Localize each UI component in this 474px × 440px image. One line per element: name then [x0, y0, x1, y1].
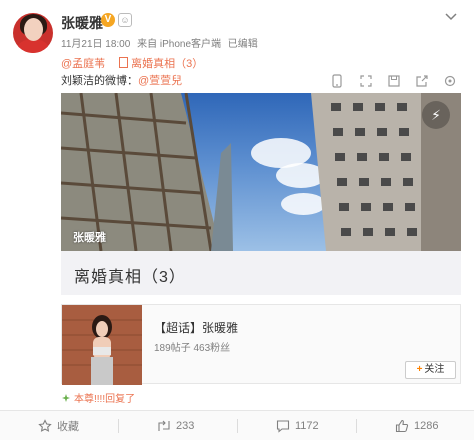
reply-line: 刘颖洁的微博：@萱萱兒 [61, 72, 182, 88]
supertopic-stats: 189帖子 463粉丝 [154, 343, 231, 354]
follow-button[interactable]: + 关注 [405, 361, 456, 379]
save-icon[interactable] [385, 72, 403, 90]
repost-count: 233 [176, 420, 195, 432]
supertopic-card[interactable]: 【超话】张暖雅 189帖子 463粉丝 + 关注 [61, 304, 461, 385]
post-image[interactable]: 张暖雅 ⚡ [61, 93, 461, 251]
edited-label[interactable]: 已编辑 [228, 39, 258, 50]
article-icon [119, 57, 129, 68]
media-toolbar [328, 72, 461, 90]
member-icon: ☺ [118, 13, 132, 27]
star-icon [38, 419, 52, 432]
settings-icon[interactable] [441, 72, 459, 90]
like-count: 1286 [414, 420, 439, 432]
chevron-down-icon[interactable] [443, 10, 459, 22]
article-link[interactable]: 离婚真相（3） [131, 58, 203, 70]
verified-v-icon: V [101, 13, 115, 27]
like-button[interactable]: 1286 [395, 411, 438, 440]
follow-label: 关注 [424, 364, 445, 375]
avatar[interactable] [13, 13, 53, 53]
repost-button[interactable]: 233 [157, 411, 194, 440]
post-header: 张暖雅 V ☺ 11月21日 18:00 来自 iPhone客户端 已编辑 [0, 0, 474, 56]
action-bar: 收藏 233 1172 1286 [0, 410, 474, 440]
post-source[interactable]: 来自 iPhone客户端 [137, 39, 221, 50]
image-watermark: 张暖雅 [73, 232, 106, 244]
author-replied-text: 本尊!!!!回复了 [74, 394, 136, 405]
divider [118, 419, 119, 433]
repost-icon [158, 420, 170, 431]
article-title: 离婚真相（3） [74, 269, 186, 286]
lightning-icon[interactable]: ⚡ [422, 101, 450, 129]
thumbs-up-icon [395, 419, 409, 433]
phone-icon[interactable] [328, 72, 346, 90]
share-icon[interactable] [413, 72, 431, 90]
post-text: @孟庭苇 离婚真相（3） [61, 55, 203, 71]
collect-label: 收藏 [57, 421, 79, 433]
supertopic-thumbnail [62, 305, 142, 385]
author-replied-note[interactable]: 本尊!!!!回复了 [61, 390, 135, 405]
post-meta: 11月21日 18:00 来自 iPhone客户端 已编辑 [61, 35, 262, 50]
leaf-icon [62, 394, 70, 402]
scaffolding-graphic [61, 93, 461, 251]
expand-icon[interactable] [357, 72, 375, 90]
supertopic-title[interactable]: 【超话】张暖雅 [154, 319, 238, 336]
reply-mention-link[interactable]: @萱萱兒 [138, 75, 182, 87]
author-name[interactable]: 张暖雅 [61, 13, 103, 33]
article-title-bar[interactable]: 离婚真相（3） [61, 251, 461, 295]
collect-button[interactable]: 收藏 [38, 411, 79, 440]
mention-link[interactable]: @孟庭苇 [61, 58, 105, 70]
divider [356, 419, 357, 433]
divider [237, 419, 238, 433]
post-time[interactable]: 11月21日 18:00 [61, 39, 130, 50]
plus-icon: + [416, 364, 423, 375]
comment-icon [276, 420, 290, 433]
comment-button[interactable]: 1172 [276, 411, 319, 440]
comment-count: 1172 [295, 420, 319, 432]
reply-prefix: 刘颖洁的微博： [61, 75, 138, 87]
